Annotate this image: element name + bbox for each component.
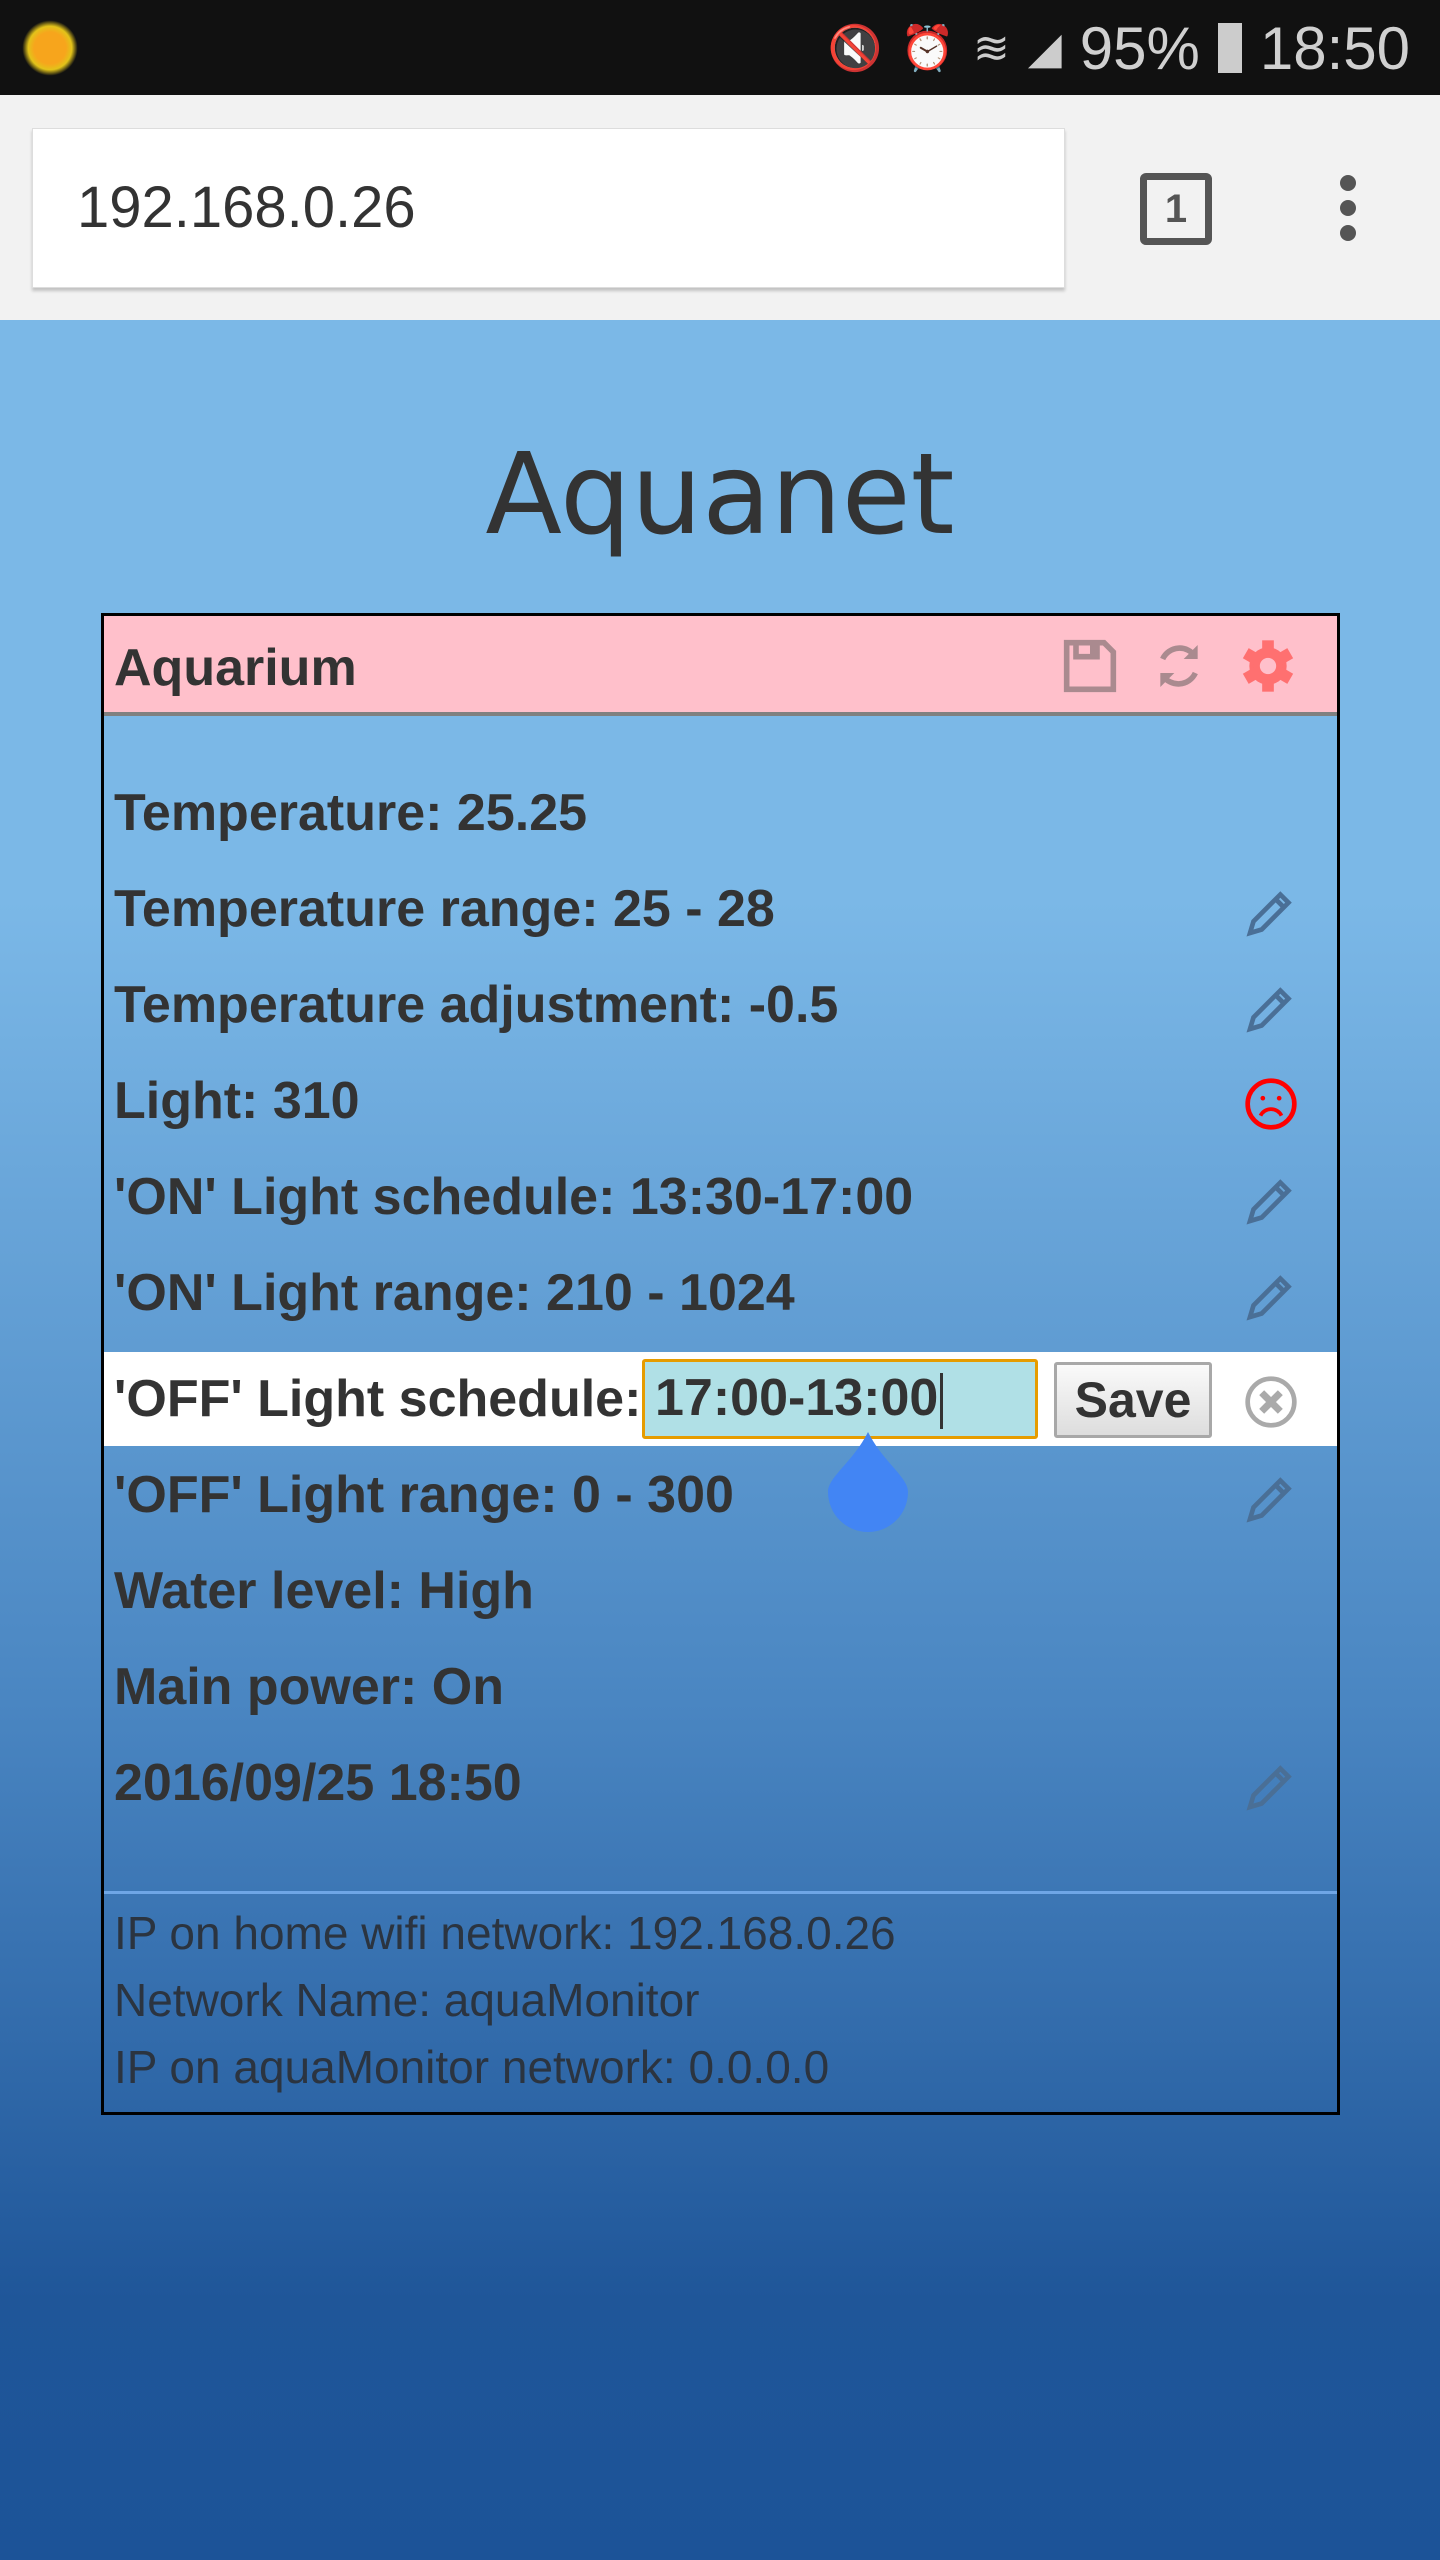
info-row: Temperature range: 25 - 28 [104, 862, 1337, 956]
footer-network-name: Network Name: aquaMonitor [114, 1974, 700, 2026]
weather-sun-icon [22, 20, 78, 76]
card-header: Aquarium [104, 616, 1337, 716]
wifi-icon: ≋ [973, 23, 1010, 73]
refresh-icon[interactable] [1151, 638, 1207, 694]
battery-percent: 95% [1079, 14, 1200, 82]
info-row: Temperature adjustment: -0.5 [104, 958, 1337, 1052]
battery-icon [1217, 23, 1242, 73]
row-label: Temperature: 25.25 [114, 784, 588, 842]
info-row: Temperature: 25.25 [104, 766, 1337, 860]
edit-row-off-light-schedule: 'OFF' Light schedule: 17:00-13:00 Save [104, 1352, 1337, 1446]
info-row: 'ON' Light schedule: 13:30-17:00 [104, 1150, 1337, 1244]
cancel-circle-x-icon[interactable] [1243, 1374, 1299, 1430]
pencil-edit-icon[interactable] [1243, 884, 1299, 940]
clock: 18:50 [1259, 14, 1410, 82]
footer-aquamonitor-ip: IP on aquaMonitor network: 0.0.0.0 [114, 2041, 830, 2093]
pencil-edit-icon[interactable] [1243, 1172, 1299, 1228]
info-row: Light: 310 [104, 1054, 1337, 1148]
row-label: Temperature range: 25 - 28 [114, 880, 775, 938]
info-row: 'ON' Light range: 210 - 1024 [104, 1246, 1337, 1340]
field-label: 'OFF' Light schedule: [114, 1370, 642, 1428]
footer-home-ip: IP on home wifi network: 192.168.0.26 [114, 1907, 896, 1959]
row-label: Light: 310 [114, 1072, 360, 1130]
divider [104, 1891, 1337, 1894]
off-light-schedule-input[interactable]: 17:00-13:00 [642, 1359, 1038, 1439]
alarm-icon: ⏰ [900, 24, 956, 73]
pencil-edit-icon[interactable] [1243, 1758, 1299, 1814]
signal-icon: ◢ [1027, 23, 1062, 73]
info-row: 2016/09/25 18:50 [104, 1736, 1337, 1830]
save-button[interactable]: Save [1054, 1362, 1212, 1438]
browser-toolbar: 192.168.0.26 1 [0, 95, 1440, 320]
url-bar[interactable]: 192.168.0.26 [32, 128, 1065, 288]
input-value: 17:00-13:00 [655, 1369, 939, 1427]
overflow-menu-icon[interactable] [1330, 175, 1366, 245]
mute-vibrate-icon: 🔇 [827, 24, 883, 73]
status-bar: 🔇 ⏰ ≋ ◢ 95% 18:50 [0, 0, 1440, 95]
row-label: 'OFF' Light range: 0 - 300 [114, 1466, 734, 1524]
text-selection-handle[interactable] [828, 1432, 908, 1532]
pencil-edit-icon[interactable] [1243, 1470, 1299, 1526]
row-label: Main power: On [114, 1658, 504, 1716]
row-label: 'ON' Light range: 210 - 1024 [114, 1264, 795, 1322]
tab-switcher-button[interactable]: 1 [1140, 173, 1212, 245]
sad-face-icon [1245, 1078, 1297, 1130]
row-label: Water level: High [114, 1562, 534, 1620]
aquarium-card: Aquarium Temperature: 25.25 Temperature r… [101, 613, 1340, 2115]
info-row: Water level: High [104, 1544, 1337, 1638]
row-label: 'ON' Light schedule: 13:30-17:00 [114, 1168, 914, 1226]
save-icon[interactable] [1062, 638, 1118, 694]
card-title: Aquarium [114, 639, 357, 697]
row-label: 2016/09/25 18:50 [114, 1754, 522, 1812]
row-label: Temperature adjustment: -0.5 [114, 976, 839, 1034]
pencil-edit-icon[interactable] [1243, 1268, 1299, 1324]
text-caret [940, 1373, 944, 1430]
info-row: Main power: On [104, 1640, 1337, 1734]
pencil-edit-icon[interactable] [1243, 980, 1299, 1036]
page-title: Aquanet [485, 430, 955, 560]
info-row: 'OFF' Light range: 0 - 300 [104, 1448, 1337, 1542]
gear-icon[interactable] [1240, 638, 1296, 694]
